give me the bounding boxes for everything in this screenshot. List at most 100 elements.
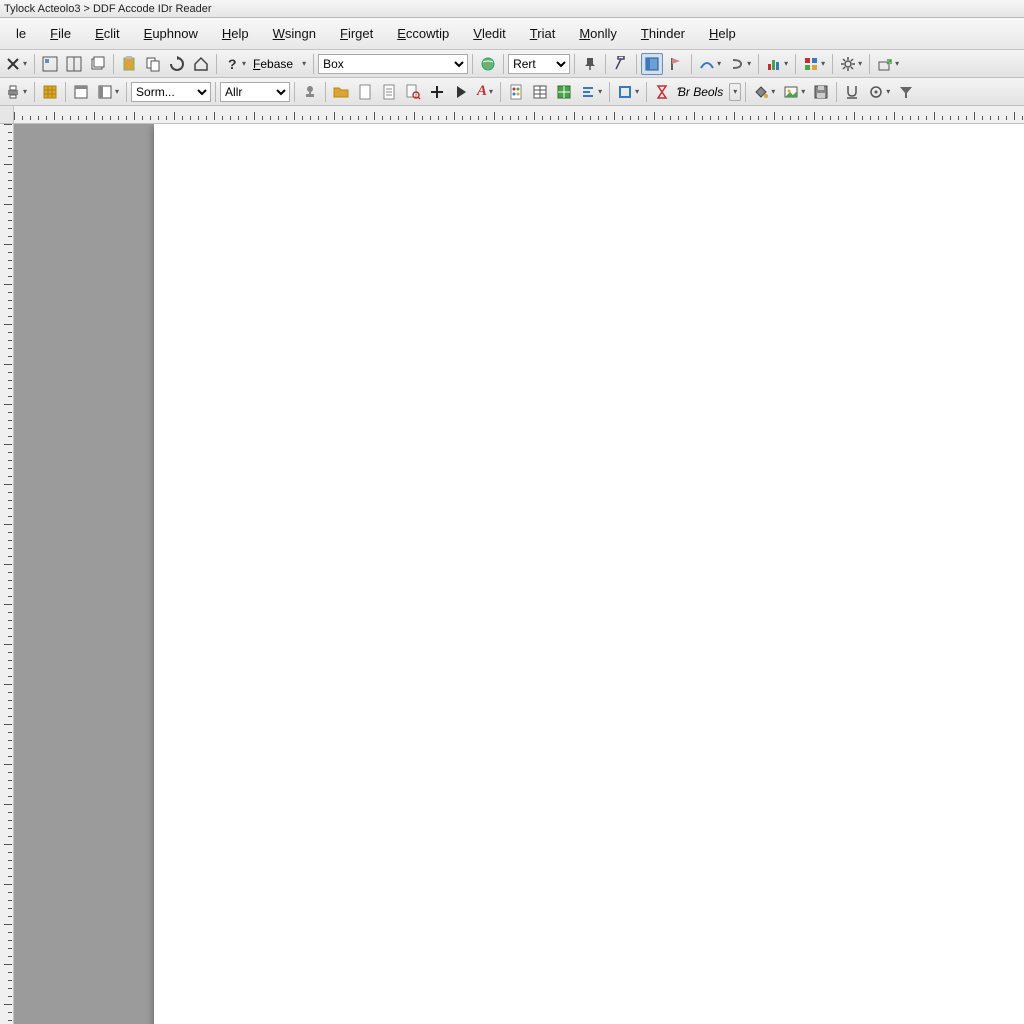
align-dropdown[interactable] bbox=[577, 81, 605, 103]
menu-euphnow[interactable]: Euphnow bbox=[132, 22, 210, 45]
curve-icon bbox=[699, 56, 715, 72]
globe-btn[interactable] bbox=[477, 53, 499, 75]
layout-btn-3[interactable] bbox=[87, 53, 109, 75]
arrow-up-btn[interactable] bbox=[610, 53, 632, 75]
page-layout-btn[interactable] bbox=[70, 81, 92, 103]
doc-btn-2[interactable] bbox=[378, 81, 400, 103]
stamp-btn[interactable] bbox=[299, 81, 321, 103]
image-dropdown[interactable] bbox=[780, 81, 808, 103]
separator bbox=[34, 54, 35, 74]
tilde-btn[interactable] bbox=[579, 53, 601, 75]
panel-btn-1[interactable] bbox=[641, 53, 663, 75]
menu-leading-fragment[interactable]: le bbox=[4, 22, 38, 45]
separator bbox=[609, 82, 610, 102]
layout-btn-1[interactable] bbox=[39, 53, 61, 75]
ruler-horizontal[interactable] bbox=[14, 106, 1024, 124]
timer-btn[interactable] bbox=[651, 81, 673, 103]
grid-toggle[interactable] bbox=[39, 81, 61, 103]
folder-icon bbox=[333, 84, 349, 100]
home-btn[interactable] bbox=[190, 53, 212, 75]
separator bbox=[216, 54, 217, 74]
menu-wsingn[interactable]: Wsingn bbox=[261, 22, 328, 45]
green-grid-btn[interactable] bbox=[553, 81, 575, 103]
workspace bbox=[0, 124, 1024, 1024]
menu-firget[interactable]: Firget bbox=[328, 22, 385, 45]
doc-layout-icon bbox=[66, 56, 82, 72]
play-btn[interactable] bbox=[450, 81, 472, 103]
separator bbox=[691, 54, 692, 74]
febase-label[interactable]: Febase bbox=[251, 57, 297, 71]
febase-arrow-icon[interactable]: ▾ bbox=[299, 59, 309, 68]
doc-grid-icon bbox=[42, 56, 58, 72]
ruler-vertical[interactable] bbox=[0, 124, 14, 1024]
folder-btn[interactable] bbox=[330, 81, 352, 103]
separator bbox=[472, 54, 473, 74]
document-page[interactable] bbox=[154, 124, 1024, 1024]
rert-select[interactable]: Rert bbox=[508, 54, 570, 74]
circle-dropdown[interactable] bbox=[865, 81, 893, 103]
circle-target-icon bbox=[868, 84, 884, 100]
font-color-dropdown[interactable]: A bbox=[474, 81, 496, 103]
sorm-select[interactable]: Sorm... bbox=[131, 82, 211, 102]
layout-btn-2[interactable] bbox=[63, 53, 85, 75]
refresh-btn[interactable] bbox=[166, 53, 188, 75]
fill-dropdown[interactable] bbox=[750, 81, 778, 103]
close-x-dropdown[interactable] bbox=[2, 53, 30, 75]
gear-icon bbox=[840, 56, 856, 72]
plus-btn[interactable] bbox=[426, 81, 448, 103]
separator bbox=[65, 82, 66, 102]
doc-search-btn[interactable] bbox=[402, 81, 424, 103]
panel-btn-2[interactable] bbox=[665, 53, 687, 75]
separator bbox=[636, 54, 637, 74]
help-dropdown[interactable]: ? bbox=[221, 53, 249, 75]
page-layout-dropdown[interactable] bbox=[94, 81, 122, 103]
close-x-icon bbox=[5, 56, 21, 72]
separator bbox=[745, 82, 746, 102]
print-dropdown[interactable] bbox=[2, 81, 30, 103]
box-select[interactable]: Box bbox=[318, 54, 468, 74]
hourglass-icon bbox=[654, 84, 670, 100]
image-icon bbox=[783, 84, 799, 100]
menu-thinder[interactable]: Thinder bbox=[629, 22, 697, 45]
globe-icon bbox=[480, 56, 496, 72]
menu-file[interactable]: File bbox=[38, 22, 83, 45]
menu-triat[interactable]: Triat bbox=[518, 22, 568, 45]
s-dropdown[interactable] bbox=[726, 53, 754, 75]
menu-monlly[interactable]: Monlly bbox=[567, 22, 629, 45]
doc-btn-1[interactable] bbox=[354, 81, 376, 103]
doc-color-btn[interactable] bbox=[505, 81, 527, 103]
menu-eccowtip[interactable]: Eccowtip bbox=[385, 22, 461, 45]
separator bbox=[313, 54, 314, 74]
ruler-corner bbox=[0, 106, 14, 124]
menu-edit[interactable]: Eclit bbox=[83, 22, 132, 45]
color-dropdown[interactable] bbox=[800, 53, 828, 75]
menu-help-1[interactable]: Help bbox=[210, 22, 261, 45]
funnel-btn[interactable] bbox=[895, 81, 917, 103]
beols-arrow-icon[interactable]: ▾ bbox=[729, 83, 741, 101]
allr-select[interactable]: Allr bbox=[220, 82, 290, 102]
chart-dropdown[interactable] bbox=[763, 53, 791, 75]
font-color-icon: A bbox=[477, 83, 487, 100]
pushpin-icon bbox=[582, 56, 598, 72]
object-dropdown[interactable] bbox=[614, 81, 642, 103]
toolbar-2: Sorm... Allr A Ɓr Beols ▾ bbox=[0, 78, 1024, 106]
paste-btn[interactable] bbox=[118, 53, 140, 75]
k-dropdown[interactable] bbox=[696, 53, 724, 75]
export-dropdown[interactable] bbox=[874, 53, 902, 75]
copy-btn[interactable] bbox=[142, 53, 164, 75]
menu-help-2[interactable]: Help bbox=[697, 22, 748, 45]
gear-dropdown-1[interactable] bbox=[837, 53, 865, 75]
home-icon bbox=[193, 56, 209, 72]
flag-icon bbox=[668, 56, 684, 72]
underline-icon bbox=[844, 84, 860, 100]
panel-icon bbox=[644, 56, 660, 72]
table-grid-btn[interactable] bbox=[529, 81, 551, 103]
copy-icon bbox=[145, 56, 161, 72]
menu-vledit[interactable]: Vledit bbox=[461, 22, 518, 45]
page-side-icon bbox=[97, 84, 113, 100]
canvas-area[interactable] bbox=[14, 124, 1024, 1024]
underline-btn[interactable] bbox=[841, 81, 863, 103]
beols-label[interactable]: Ɓr Beols bbox=[675, 85, 727, 99]
disk-btn[interactable] bbox=[810, 81, 832, 103]
paint-bucket-icon bbox=[753, 84, 769, 100]
